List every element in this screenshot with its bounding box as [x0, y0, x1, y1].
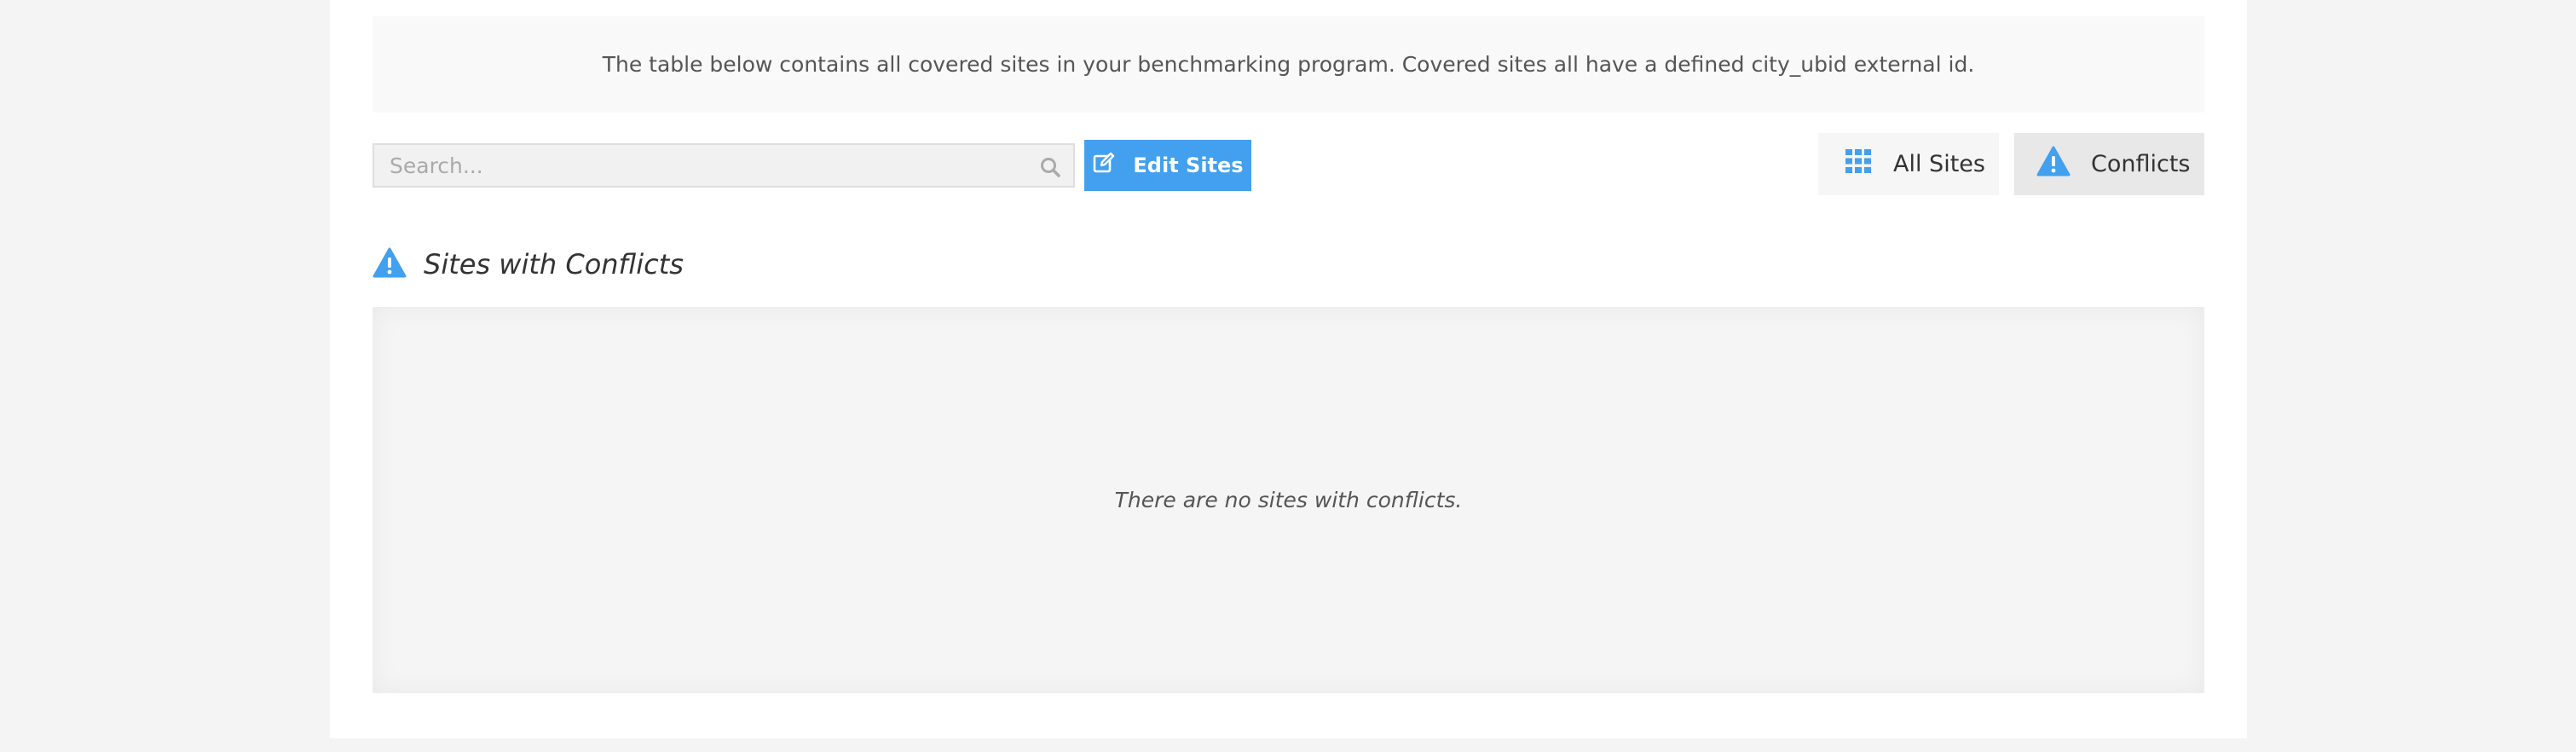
edit-sites-label: Edit Sites — [1133, 153, 1244, 177]
section-title: Sites with Conflicts — [424, 248, 684, 281]
edit-sites-button[interactable]: Edit Sites — [1084, 140, 1251, 191]
conflicts-label: Conflicts — [2091, 151, 2191, 177]
content-panel: The table below contains all covered sit… — [330, 0, 2247, 738]
info-box: The table below contains all covered sit… — [373, 16, 2204, 113]
all-sites-label: All Sites — [1893, 151, 1985, 177]
conflicts-button[interactable]: Conflicts — [2014, 133, 2204, 195]
search-input[interactable] — [374, 145, 1073, 186]
grid-icon — [1845, 149, 1871, 179]
empty-message: There are no sites with conflicts. — [1114, 488, 1463, 512]
warning-icon — [373, 247, 407, 281]
info-text: The table below contains all covered sit… — [602, 52, 1975, 77]
warning-icon — [2036, 146, 2071, 182]
edit-icon — [1092, 151, 1116, 180]
section-header: Sites with Conflicts — [373, 244, 684, 285]
search-icon[interactable] — [1039, 156, 1061, 178]
search-box — [373, 143, 1075, 188]
conflicts-table-empty-state: There are no sites with conflicts. — [373, 307, 2204, 693]
all-sites-button[interactable]: All Sites — [1818, 133, 1999, 195]
